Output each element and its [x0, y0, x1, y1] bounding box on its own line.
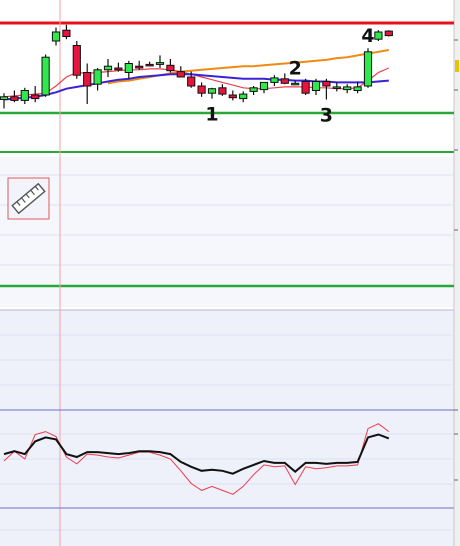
candle-body-up [353, 86, 362, 92]
candle-body-down [83, 72, 92, 87]
oscillator-panel [0, 310, 454, 546]
candle-body-down [301, 81, 310, 94]
price-axis-strip [454, 0, 460, 546]
candle-body-down [114, 67, 123, 71]
candle-body-up [20, 90, 29, 101]
candle-body-up [103, 65, 113, 71]
candle-body-down [280, 78, 289, 84]
candle-body-up [343, 86, 352, 91]
candle-body-up [332, 86, 341, 89]
candle-body-down [384, 30, 393, 37]
candle-body-down [176, 71, 185, 78]
candle [374, 30, 383, 41]
candle [301, 78, 310, 95]
candle-body-down [31, 94, 40, 100]
middle-panel [0, 157, 454, 307]
candle-body-up [363, 51, 373, 87]
candle-body-up [249, 87, 258, 92]
candle-body-up [51, 31, 61, 42]
chart-canvas: 1 2 3 4 [0, 0, 460, 546]
candle-body-down [62, 29, 71, 38]
candle-body-up [291, 82, 300, 86]
axis-marker-yellow [455, 60, 459, 72]
candle-body-up [41, 56, 50, 96]
candle-body-down [135, 65, 144, 69]
candle-body-down [197, 85, 206, 94]
candle-body-up [207, 88, 217, 94]
candle-body-up [270, 77, 279, 83]
candle-body-down [187, 76, 196, 87]
wave-label-4: 4 [361, 25, 374, 47]
candle-body-down [218, 87, 227, 95]
candle-body-up [311, 81, 321, 91]
candle-body-up [239, 93, 248, 100]
candle [384, 30, 393, 37]
candle-body-up [124, 63, 133, 73]
ruler-tool-button[interactable] [7, 177, 50, 220]
candle-body-down [145, 63, 154, 67]
wave-label-3: 3 [320, 105, 333, 127]
candle-body-down [10, 96, 19, 101]
candle-body-down [322, 81, 331, 87]
candle-body-down [72, 45, 81, 76]
candle-body-up [93, 69, 102, 85]
candle-body-down [166, 64, 175, 72]
candle [41, 54, 50, 97]
wave-label-2: 2 [289, 58, 302, 80]
candle [363, 48, 373, 88]
candle [72, 41, 81, 79]
candle-body-up [259, 81, 269, 91]
candle-body-up [374, 31, 383, 40]
candle-body-down [228, 94, 237, 99]
wave-label-1: 1 [205, 104, 218, 126]
candle-body-up [0, 96, 9, 101]
candle-body-up [155, 62, 165, 65]
